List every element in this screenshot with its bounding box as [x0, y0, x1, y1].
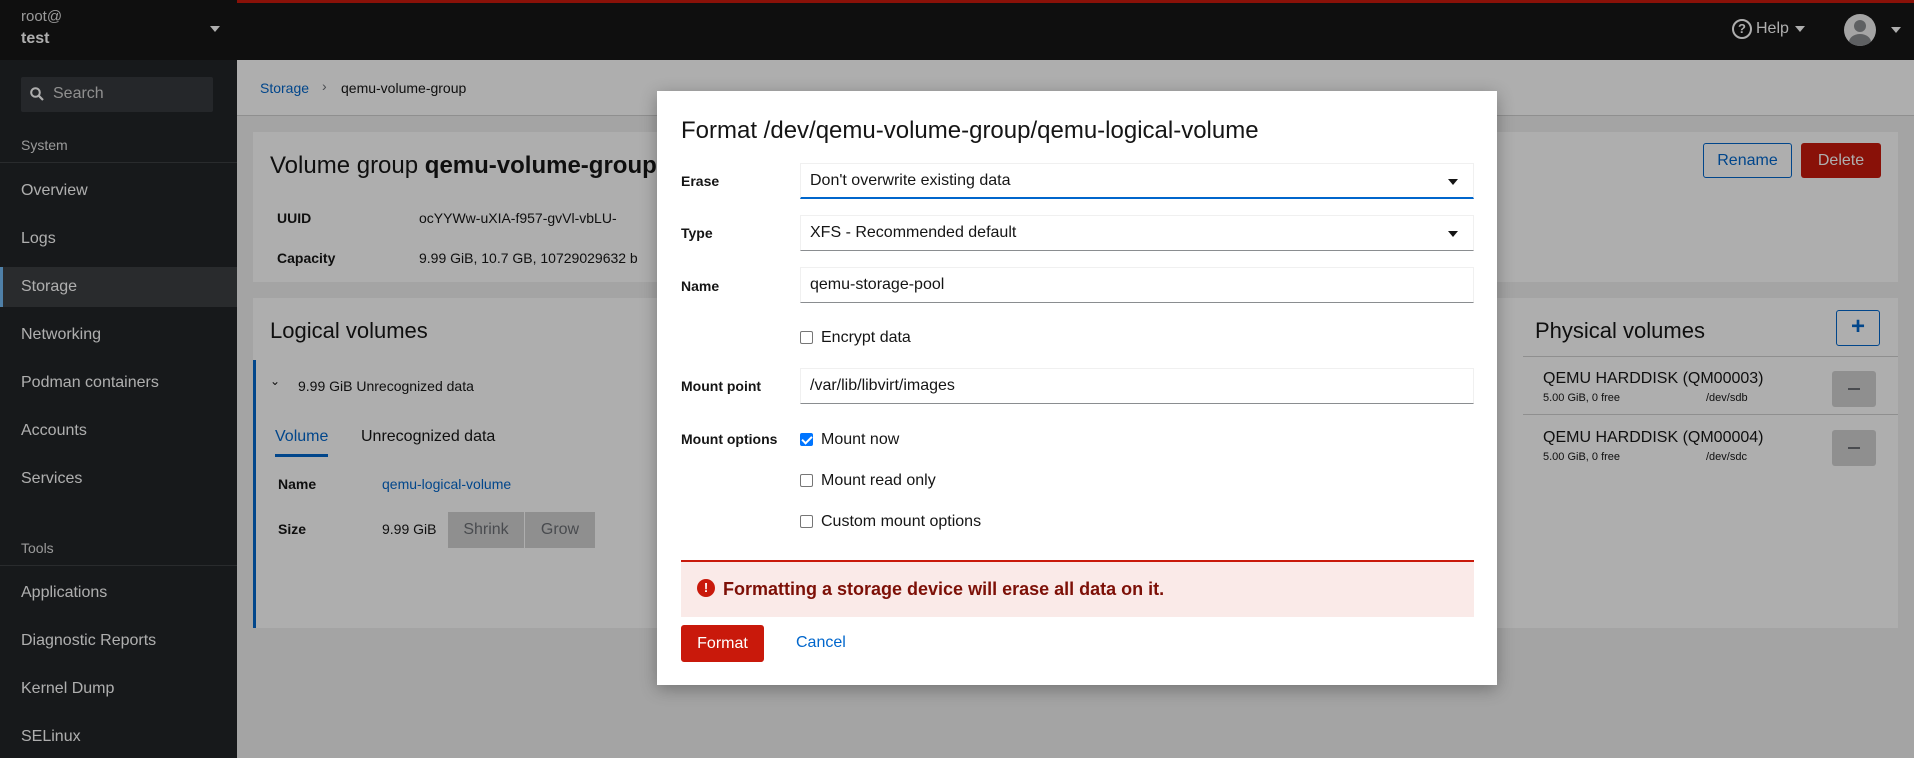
mount-read-only-label: Mount read only — [821, 472, 936, 489]
mount-point-field[interactable] — [800, 368, 1474, 404]
erase-select-value: Don't overwrite existing data — [810, 172, 1011, 189]
type-select[interactable]: XFS - Recommended default — [800, 215, 1474, 251]
cancel-button[interactable]: Cancel — [796, 634, 846, 652]
chevron-down-icon — [1448, 179, 1458, 185]
mount-options-label: Mount options — [681, 431, 778, 447]
checkbox-checked[interactable] — [800, 432, 813, 446]
mount-read-only-checkbox[interactable]: Mount read only — [800, 472, 936, 490]
custom-mount-options-checkbox[interactable]: Custom mount options — [800, 513, 981, 531]
checkbox[interactable] — [800, 514, 813, 528]
format-dialog: Format /dev/qemu-volume-group/qemu-logic… — [657, 91, 1497, 685]
alert-message: Formatting a storage device will erase a… — [723, 579, 1165, 599]
format-button[interactable]: Format — [681, 625, 764, 662]
mount-point-label: Mount point — [681, 378, 762, 394]
chevron-down-icon — [1448, 231, 1458, 237]
exclamation-circle-icon: ! — [697, 579, 715, 597]
encrypt-data-checkbox[interactable]: Encrypt data — [800, 329, 911, 347]
encrypt-data-label: Encrypt data — [821, 329, 911, 346]
name-label: Name — [681, 278, 720, 294]
checkbox[interactable] — [800, 330, 813, 344]
type-label: Type — [681, 225, 713, 241]
erase-select[interactable]: Don't overwrite existing data — [800, 163, 1474, 199]
type-select-value: XFS - Recommended default — [810, 224, 1017, 241]
custom-mount-options-label: Custom mount options — [821, 513, 982, 530]
mount-now-checkbox[interactable]: Mount now — [800, 431, 899, 449]
erase-label: Erase — [681, 173, 720, 189]
checkbox[interactable] — [800, 473, 813, 487]
mount-now-label: Mount now — [821, 431, 900, 448]
dialog-title: Format /dev/qemu-volume-group/qemu-logic… — [681, 117, 1259, 144]
name-field[interactable] — [800, 267, 1474, 303]
danger-alert: ! Formatting a storage device will erase… — [681, 560, 1474, 617]
